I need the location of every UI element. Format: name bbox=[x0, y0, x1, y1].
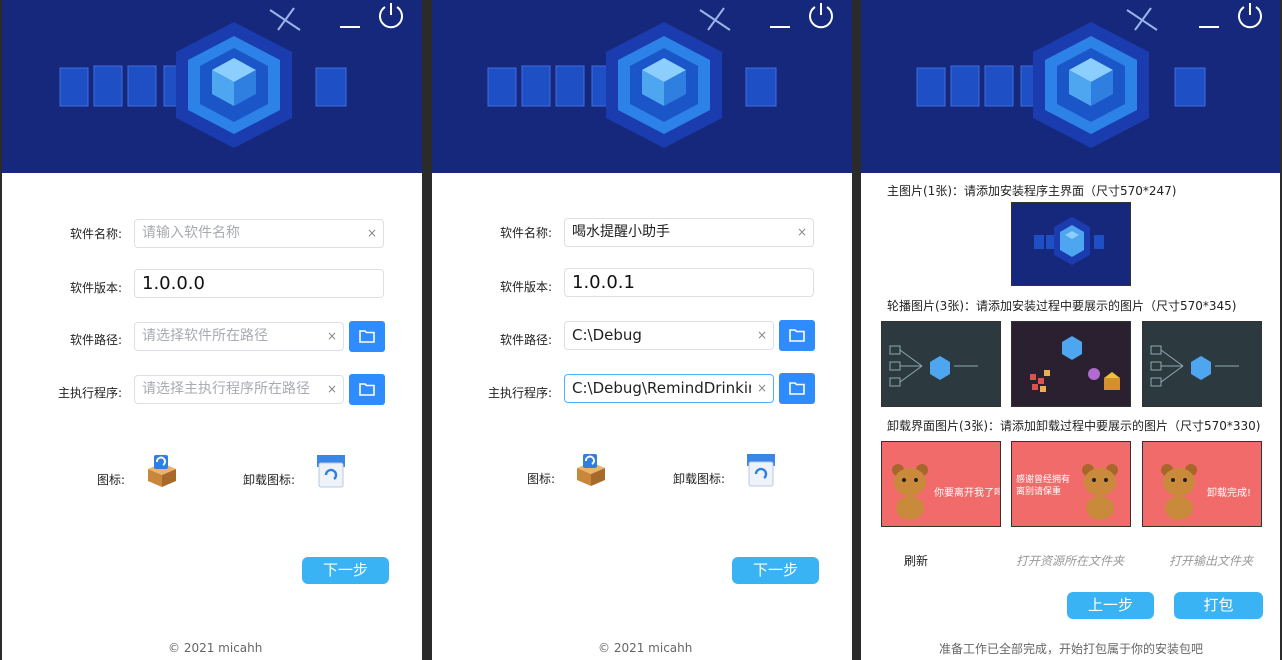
software-version-input[interactable]: 1.0.0.1 bbox=[564, 268, 814, 297]
power-icon[interactable] bbox=[1235, 0, 1265, 30]
pack-button[interactable]: 打包 bbox=[1174, 592, 1263, 619]
uninstall-caption-3: 卸载完成! bbox=[1207, 488, 1252, 499]
carousel-diagram-3 bbox=[1150, 345, 1239, 387]
uninstall-image-2[interactable]: 感谢曾经拥有 离别请保重 bbox=[1011, 441, 1131, 527]
clear-icon[interactable]: × bbox=[367, 220, 377, 247]
label-software-name: 软件名称: bbox=[69, 227, 122, 241]
banner bbox=[2, 0, 422, 173]
software-name-value: 喝水提醒小助手 bbox=[572, 224, 670, 240]
software-name-input[interactable]: 请输入软件名称 × bbox=[134, 219, 384, 248]
uninstall-title: 卸载界面图片(3张)：请添加卸载过程中要展示的图片（尺寸570*330) bbox=[887, 419, 1261, 433]
label-software-version: 软件版本: bbox=[69, 281, 122, 295]
minimize-icon[interactable] bbox=[770, 26, 790, 28]
install-box-icon[interactable] bbox=[573, 452, 609, 488]
minimize-icon[interactable] bbox=[340, 26, 360, 28]
label-icon: 图标: bbox=[527, 472, 556, 486]
uninstall-icon[interactable] bbox=[743, 452, 779, 488]
main-exe-placeholder: 请选择主执行程序所在路径 bbox=[142, 381, 310, 397]
software-version-value: 1.0.0.1 bbox=[572, 272, 635, 293]
carousel-image-2[interactable] bbox=[1011, 321, 1131, 407]
open-resource-folder-link[interactable]: 打开资源所在文件夹 bbox=[1016, 552, 1124, 569]
browse-exe-button[interactable] bbox=[349, 374, 385, 405]
clear-icon[interactable]: × bbox=[327, 376, 337, 403]
clear-icon[interactable]: × bbox=[797, 219, 807, 246]
label-uninstall-icon: 卸载图标: bbox=[243, 473, 296, 487]
installer-screen-2: 软件名称: 喝水提醒小助手 × 软件版本: 1.0.0.1 软件路径: C:\D… bbox=[432, 0, 852, 660]
label-main-exe: 主执行程序: bbox=[487, 386, 552, 400]
copyright-footer: © 2021 micahh bbox=[168, 641, 263, 655]
uninstall-caption-2: 感谢曾经拥有 离别请保重 bbox=[1016, 475, 1071, 497]
uninstall-icon[interactable] bbox=[313, 453, 349, 489]
folder-icon bbox=[789, 329, 805, 342]
browse-exe-button[interactable] bbox=[779, 373, 815, 404]
install-box-icon[interactable] bbox=[144, 453, 180, 489]
label-software-name: 软件名称: bbox=[499, 226, 552, 240]
carousel-image-1[interactable] bbox=[881, 321, 1001, 407]
clear-icon[interactable]: × bbox=[757, 375, 767, 402]
software-version-input[interactable]: 1.0.0.0 bbox=[134, 269, 384, 298]
carousel-diagram-1 bbox=[889, 345, 978, 387]
main-exe-input[interactable]: C:\Debug\RemindDrinking.e × bbox=[564, 374, 774, 403]
uninstall-caption-1: 你要离开我了吗? bbox=[934, 488, 1000, 499]
main-exe-value: C:\Debug\RemindDrinking.e bbox=[572, 379, 751, 397]
carousel-image-3[interactable] bbox=[1142, 321, 1262, 407]
uninstall-image-3[interactable]: 卸载完成! bbox=[1142, 441, 1262, 527]
main-image-preview bbox=[1034, 217, 1104, 265]
main-exe-input[interactable]: 请选择主执行程序所在路径 × bbox=[134, 375, 344, 404]
carousel-title: 轮播图片(3张)：请添加安装过程中要展示的图片（尺寸570*345) bbox=[887, 299, 1237, 313]
copyright-footer: © 2021 micahh bbox=[598, 641, 693, 655]
prev-button[interactable]: 上一步 bbox=[1067, 592, 1154, 619]
power-icon[interactable] bbox=[376, 0, 406, 30]
software-version-value: 1.0.0.0 bbox=[142, 273, 205, 294]
folder-icon bbox=[359, 383, 375, 396]
next-button[interactable]: 下一步 bbox=[732, 557, 819, 584]
installer-screen-1: 软件名称: 请输入软件名称 × 软件版本: 1.0.0.0 软件路径: 请选择软… bbox=[2, 0, 422, 660]
minimize-icon[interactable] bbox=[1199, 26, 1219, 28]
uninstall-image-1[interactable]: 你要离开我了吗? bbox=[881, 441, 1001, 527]
folder-icon bbox=[359, 330, 375, 343]
banner bbox=[432, 0, 852, 173]
power-icon[interactable] bbox=[806, 0, 836, 30]
bear-illustration bbox=[1161, 464, 1197, 520]
software-name-placeholder: 请输入软件名称 bbox=[142, 225, 240, 241]
browse-path-button[interactable] bbox=[779, 320, 815, 351]
next-button[interactable]: 下一步 bbox=[302, 557, 389, 584]
bear-illustration bbox=[892, 464, 928, 520]
label-software-version: 软件版本: bbox=[499, 280, 552, 294]
label-software-path: 软件路径: bbox=[499, 333, 552, 347]
clear-icon[interactable]: × bbox=[757, 322, 767, 349]
software-path-value: C:\Debug bbox=[572, 326, 642, 344]
software-name-input[interactable]: 喝水提醒小助手 × bbox=[564, 218, 814, 247]
main-image-title: 主图片(1张)：请添加安装程序主界面（尺寸570*247) bbox=[887, 184, 1177, 198]
label-icon: 图标: bbox=[97, 473, 126, 487]
status-message: 准备工作已全部完成，开始打包属于你的安装包吧 bbox=[939, 642, 1204, 656]
installer-screen-3: 主图片(1张)：请添加安装程序主界面（尺寸570*247) 轮播图片(3张)：请… bbox=[861, 0, 1280, 660]
open-output-folder-link[interactable]: 打开输出文件夹 bbox=[1169, 552, 1253, 569]
folder-icon bbox=[789, 382, 805, 395]
carousel-diagram-2 bbox=[1030, 336, 1120, 392]
label-software-path: 软件路径: bbox=[69, 333, 122, 347]
clear-icon[interactable]: × bbox=[327, 323, 337, 350]
browse-path-button[interactable] bbox=[349, 321, 385, 352]
software-path-input[interactable]: C:\Debug × bbox=[564, 321, 774, 350]
label-uninstall-icon: 卸载图标: bbox=[673, 472, 726, 486]
banner bbox=[861, 0, 1280, 173]
label-main-exe: 主执行程序: bbox=[57, 386, 122, 400]
bear-illustration bbox=[1082, 464, 1118, 520]
software-path-input[interactable]: 请选择软件所在路径 × bbox=[134, 322, 344, 351]
main-image-thumbnail[interactable] bbox=[1011, 202, 1131, 286]
software-path-placeholder: 请选择软件所在路径 bbox=[142, 328, 268, 344]
stage: 软件名称: 请输入软件名称 × 软件版本: 1.0.0.0 软件路径: 请选择软… bbox=[0, 0, 1282, 660]
refresh-link[interactable]: 刷新 bbox=[904, 552, 928, 569]
